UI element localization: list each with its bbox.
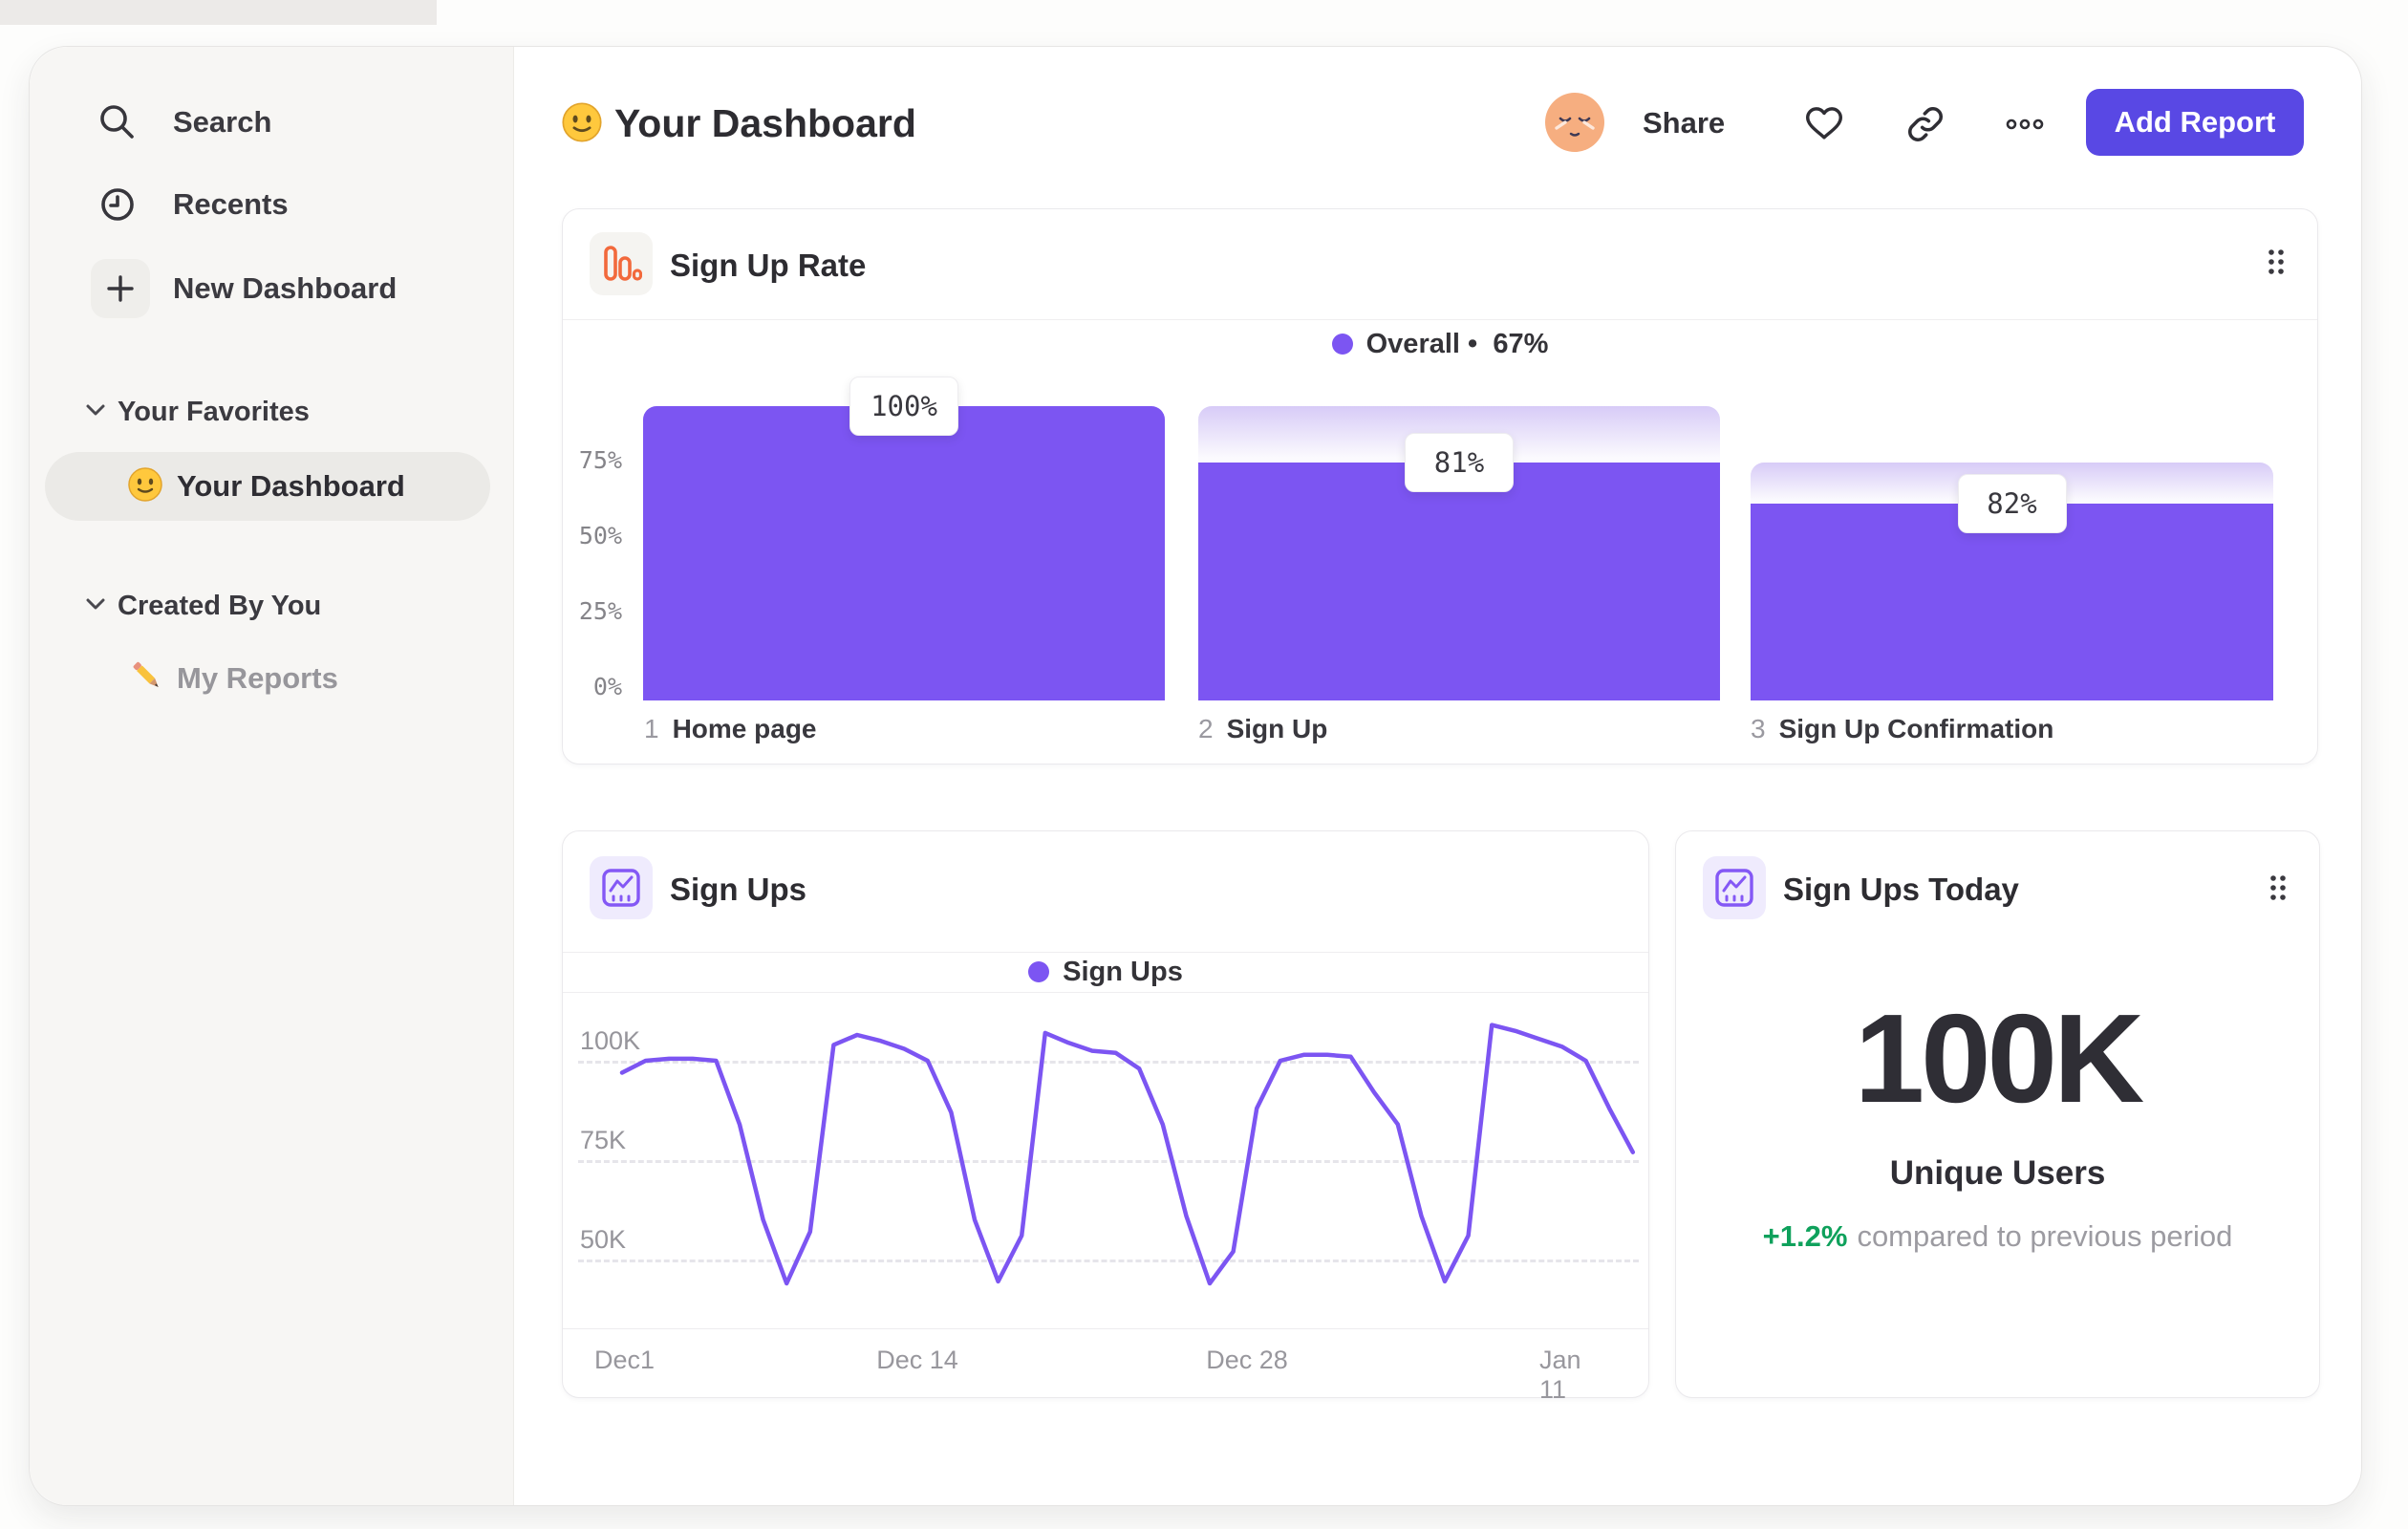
value-label: 100% [849, 377, 958, 436]
legend-dot-icon [1331, 334, 1353, 355]
chevron-down-icon [85, 403, 106, 421]
line-legend[interactable]: Sign Ups [563, 953, 1648, 991]
line-chart-icon [1703, 856, 1766, 919]
plus-icon [107, 275, 134, 302]
x-axis-tick: Dec1 [594, 1346, 656, 1374]
x-axis-label: 2 Sign Up [1198, 714, 1328, 743]
pencil-emoji-icon [129, 658, 165, 700]
sign-ups-line-series [619, 1023, 1636, 1286]
favorite-heart-icon[interactable] [1803, 103, 1845, 145]
funnel-chart-icon [590, 232, 653, 295]
share-button[interactable]: Share [1643, 106, 1725, 140]
clock-icon [93, 180, 142, 229]
sidebar-item-recents[interactable]: Recents [30, 174, 513, 235]
user-avatar[interactable] [1544, 92, 1605, 153]
legend-label: Sign Ups [1063, 956, 1183, 987]
sidebar-item-label: New Dashboard [173, 271, 398, 305]
sidebar-item-label: Search [173, 105, 272, 139]
add-report-button[interactable]: Add Report [2086, 89, 2304, 156]
kpi-value: 100K [1854, 988, 2145, 1129]
y-axis-tick: 75% [578, 446, 622, 474]
new-dashboard-button[interactable] [91, 259, 150, 318]
screen: Search Recents New Dashboard Your Favori… [0, 0, 2408, 1529]
smiley-emoji-icon [127, 466, 163, 507]
section-title: Your Favorites [118, 396, 310, 427]
line-chart-icon [590, 856, 653, 919]
funnel-bar-home-page: 100% [643, 377, 1165, 700]
page-title: Your Dashboard [614, 101, 916, 145]
funnel-plot: 100% 81% 82% [643, 377, 2273, 700]
section-your-favorites[interactable]: Your Favorites [30, 389, 513, 435]
y-axis-tick: 0% [592, 673, 622, 700]
x-axis-line [563, 1328, 1648, 1329]
divider [563, 319, 2317, 320]
chevron-down-icon [85, 597, 106, 615]
value-label: 81% [1405, 432, 1514, 492]
top-strip [0, 0, 437, 25]
legend-label: Overall • 67% [1365, 328, 1549, 359]
kpi-delta-row: +1.2% compared to previous period [1676, 1219, 2319, 1254]
line-plot: 100K 75K 50K [578, 1003, 1639, 1328]
card-title: Sign Up Rate [670, 248, 867, 283]
sign-ups-card: Sign Ups Sign Ups 100K 75K 50K Dec1 Dec [562, 830, 1649, 1404]
sidebar-item-my-reports[interactable]: My Reports [45, 647, 490, 710]
funnel-legend[interactable]: Overall • 67% [563, 325, 2317, 363]
sign-up-rate-card: Sign Up Rate Overall • 67% 75% 50% 25% 0… [562, 208, 2318, 764]
sidebar-item-new-dashboard[interactable]: New Dashboard [30, 258, 513, 319]
sidebar-item-label: My Reports [177, 661, 338, 695]
search-icon [93, 97, 142, 147]
x-axis-tick: Dec 14 [876, 1346, 958, 1374]
funnel-bar-sign-up: 81% [1198, 399, 1720, 700]
kpi-metric-label: Unique Users [1889, 1154, 2106, 1192]
card-title: Sign Ups [670, 872, 807, 907]
divider [563, 992, 1648, 993]
section-created-by-you[interactable]: Created By You [30, 583, 513, 629]
app-window: Search Recents New Dashboard Your Favori… [29, 46, 2362, 1506]
sidebar-item-search[interactable]: Search [30, 92, 513, 153]
dashboard-emoji-icon [561, 101, 603, 148]
drag-handle-icon[interactable] [2268, 873, 2289, 907]
x-axis-label: 1 Home page [644, 714, 817, 743]
value-label: 82% [1957, 473, 2067, 533]
sidebar-item-label: Your Dashboard [177, 469, 405, 503]
kpi-delta-caption: compared to previous period [1857, 1219, 2233, 1253]
y-axis-tick: 50% [578, 522, 622, 549]
more-options-icon[interactable] [2004, 103, 2046, 145]
y-axis-tick: 25% [578, 597, 622, 625]
x-axis-tick: Jan 11 [1539, 1346, 1581, 1404]
sidebar-item-your-dashboard[interactable]: Your Dashboard [45, 452, 490, 521]
funnel-bar-sign-up-confirmation: 82% [1751, 399, 2273, 700]
sidebar-item-label: Recents [173, 187, 289, 221]
section-title: Created By You [118, 590, 322, 621]
sidebar: Search Recents New Dashboard Your Favori… [30, 47, 514, 1505]
sign-ups-today-card: Sign Ups Today 100K Unique Users +1.2% co… [1675, 830, 2320, 1398]
legend-dot-icon [1028, 961, 1050, 982]
x-axis-tick: Dec 28 [1206, 1346, 1288, 1374]
x-axis-label: 3 Sign Up Confirmation [1751, 714, 2054, 743]
drag-handle-icon[interactable] [2266, 248, 2287, 281]
card-title: Sign Ups Today [1783, 872, 2019, 907]
copy-link-icon[interactable] [1904, 103, 1946, 145]
kpi-delta: +1.2% [1762, 1219, 1848, 1253]
